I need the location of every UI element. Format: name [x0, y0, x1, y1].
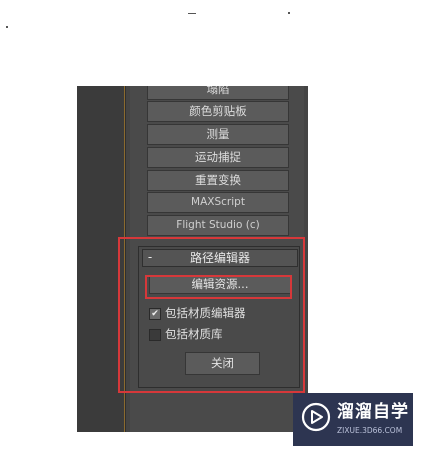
utility-button-color-clipboard[interactable]: 颜色剪贴板 — [147, 101, 289, 122]
watermark: 溜溜自学 ZIXUE.3D66.COM — [293, 393, 413, 446]
utility-button-maxscript[interactable]: MAXScript — [147, 192, 289, 213]
rollout-highlight-box — [118, 237, 305, 393]
speck — [6, 26, 8, 28]
utility-button-motion-capture[interactable]: 运动捕捉 — [147, 147, 289, 168]
edit-resources-highlight-box — [145, 275, 292, 299]
play-logo-icon — [301, 402, 331, 432]
speck — [288, 12, 290, 14]
utility-button-flight-studio[interactable]: Flight Studio (c) — [147, 215, 289, 236]
utility-button-collapse[interactable]: 塌陷 — [147, 86, 289, 100]
speck — [188, 13, 196, 14]
watermark-name: 溜溜自学 — [337, 402, 409, 422]
utility-button-reset-xform[interactable]: 重置变换 — [147, 170, 289, 191]
watermark-url: ZIXUE.3D66.COM — [337, 426, 403, 435]
utility-button-measure[interactable]: 测量 — [147, 124, 289, 145]
